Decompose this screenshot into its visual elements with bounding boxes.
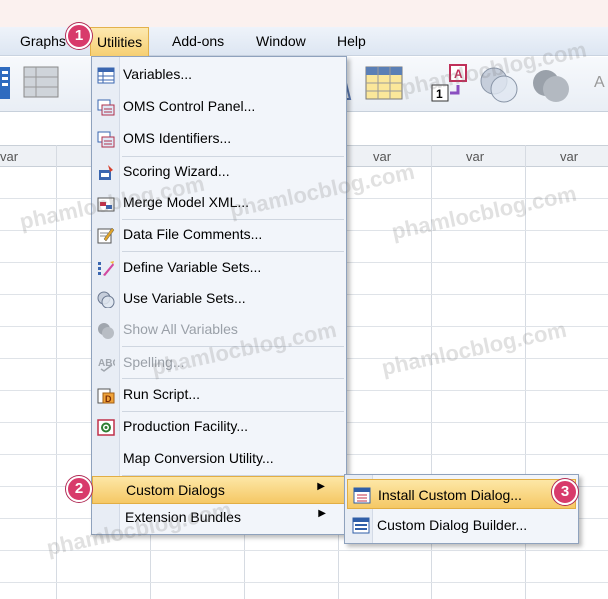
menu-item-label: OMS Control Panel... — [123, 98, 256, 114]
menu-window[interactable]: Window — [256, 33, 306, 49]
menu-item-variables[interactable]: Variables... — [92, 61, 346, 89]
menu-item-custom-dialogs[interactable]: Custom Dialogs ▶ — [92, 476, 346, 504]
submenu-item-install-custom-dialog[interactable]: Install Custom Dialog... — [347, 479, 576, 509]
variables-icon — [97, 67, 115, 84]
menu-item-oms-control-panel[interactable]: OMS Control Panel... — [92, 93, 346, 121]
utilities-menu: Variables... OMS Control Panel... OMS Id… — [91, 56, 347, 535]
column-header[interactable]: var — [0, 149, 18, 164]
menu-item-label: Spelling... — [123, 354, 185, 370]
column-header[interactable]: var — [466, 149, 484, 164]
table-icon[interactable] — [365, 65, 405, 101]
menu-item-label: Variables... — [123, 66, 192, 82]
step-badge-2: 2 — [66, 476, 92, 502]
run-script-icon: D — [97, 388, 115, 404]
menu-item-run-script[interactable]: D Run Script... — [92, 381, 346, 409]
submenu-arrow-icon: ▶ — [317, 481, 325, 492]
submenu-arrow-icon: ▶ — [318, 508, 326, 519]
menu-item-spelling[interactable]: ABC Spelling... — [92, 349, 346, 377]
menu-graphs[interactable]: Graphs — [20, 33, 66, 49]
menu-item-label: Extension Bundles — [125, 509, 241, 525]
spelling-icon: ABC — [98, 358, 115, 372]
show-all-icon — [98, 323, 114, 339]
svg-text:D: D — [105, 394, 112, 404]
install-dialog-icon — [353, 487, 371, 504]
menu-item-label: Run Script... — [123, 386, 201, 402]
spelling-toolbar-icon[interactable]: A — [594, 71, 608, 91]
menu-item-map-conversion-utility[interactable]: Map Conversion Utility... — [92, 445, 346, 473]
menu-item-label: Production Facility... — [123, 418, 249, 434]
value-labels-icon[interactable]: A 1 — [428, 63, 474, 105]
merge-xml-icon — [97, 197, 115, 212]
column-header[interactable]: var — [560, 149, 578, 164]
menu-item-label: Merge Model XML... — [123, 194, 250, 210]
menu-item-label: Scoring Wizard... — [123, 163, 230, 179]
menu-item-extension-bundles[interactable]: Extension Bundles ▶ — [92, 504, 346, 532]
use-sets-toolbar-icon[interactable] — [478, 63, 522, 107]
menu-item-label: Define Variable Sets... — [123, 259, 262, 275]
svg-text:A: A — [454, 67, 463, 81]
title-bar — [0, 0, 608, 27]
column-header[interactable]: var — [373, 149, 391, 164]
menu-item-label: Show All Variables — [123, 321, 238, 337]
data-editor-icon[interactable] — [0, 65, 12, 101]
menu-utilities[interactable]: Utilities — [90, 27, 150, 56]
menu-item-merge-model-xml[interactable]: Merge Model XML... — [92, 189, 346, 217]
use-sets-icon — [97, 291, 115, 308]
menu-item-use-variable-sets[interactable]: Use Variable Sets... — [92, 285, 346, 313]
menu-item-show-all-variables[interactable]: Show All Variables — [92, 316, 346, 344]
menu-addons[interactable]: Add-ons — [172, 33, 224, 49]
menu-item-define-variable-sets[interactable]: Define Variable Sets... — [92, 254, 346, 282]
menu-item-label: Use Variable Sets... — [123, 290, 246, 306]
show-all-toolbar-icon[interactable] — [530, 63, 574, 107]
production-icon — [97, 419, 115, 436]
scoring-wizard-icon — [99, 165, 113, 180]
custom-dialogs-submenu: Install Custom Dialog... Custom Dialog B… — [344, 474, 579, 544]
svg-text:1: 1 — [436, 87, 443, 101]
menu-item-oms-identifiers[interactable]: OMS Identifiers... — [92, 125, 346, 153]
menu-help[interactable]: Help — [337, 33, 366, 49]
svg-text:A: A — [594, 74, 605, 91]
oms-control-icon — [97, 99, 115, 116]
menu-item-label: OMS Identifiers... — [123, 130, 232, 146]
variable-view-icon[interactable] — [22, 63, 62, 101]
menu-item-production-facility[interactable]: Production Facility... — [92, 413, 346, 441]
submenu-item-label: Install Custom Dialog... — [378, 487, 522, 503]
dialog-builder-icon — [352, 517, 370, 534]
menu-item-label: Data File Comments... — [123, 226, 263, 242]
define-sets-icon — [98, 261, 114, 276]
menu-item-label: Custom Dialogs — [126, 482, 225, 498]
submenu-item-custom-dialog-builder[interactable]: Custom Dialog Builder... — [347, 510, 576, 540]
menu-item-label: Map Conversion Utility... — [123, 450, 274, 466]
svg-text:ABC: ABC — [98, 358, 115, 369]
step-badge-1: 1 — [66, 23, 92, 49]
comments-icon — [97, 227, 115, 244]
menu-item-data-file-comments[interactable]: Data File Comments... — [92, 221, 346, 249]
submenu-item-label: Custom Dialog Builder... — [377, 517, 528, 533]
menu-item-scoring-wizard[interactable]: Scoring Wizard... — [92, 158, 346, 186]
oms-identifiers-icon — [97, 131, 115, 148]
step-badge-3: 3 — [552, 479, 578, 505]
